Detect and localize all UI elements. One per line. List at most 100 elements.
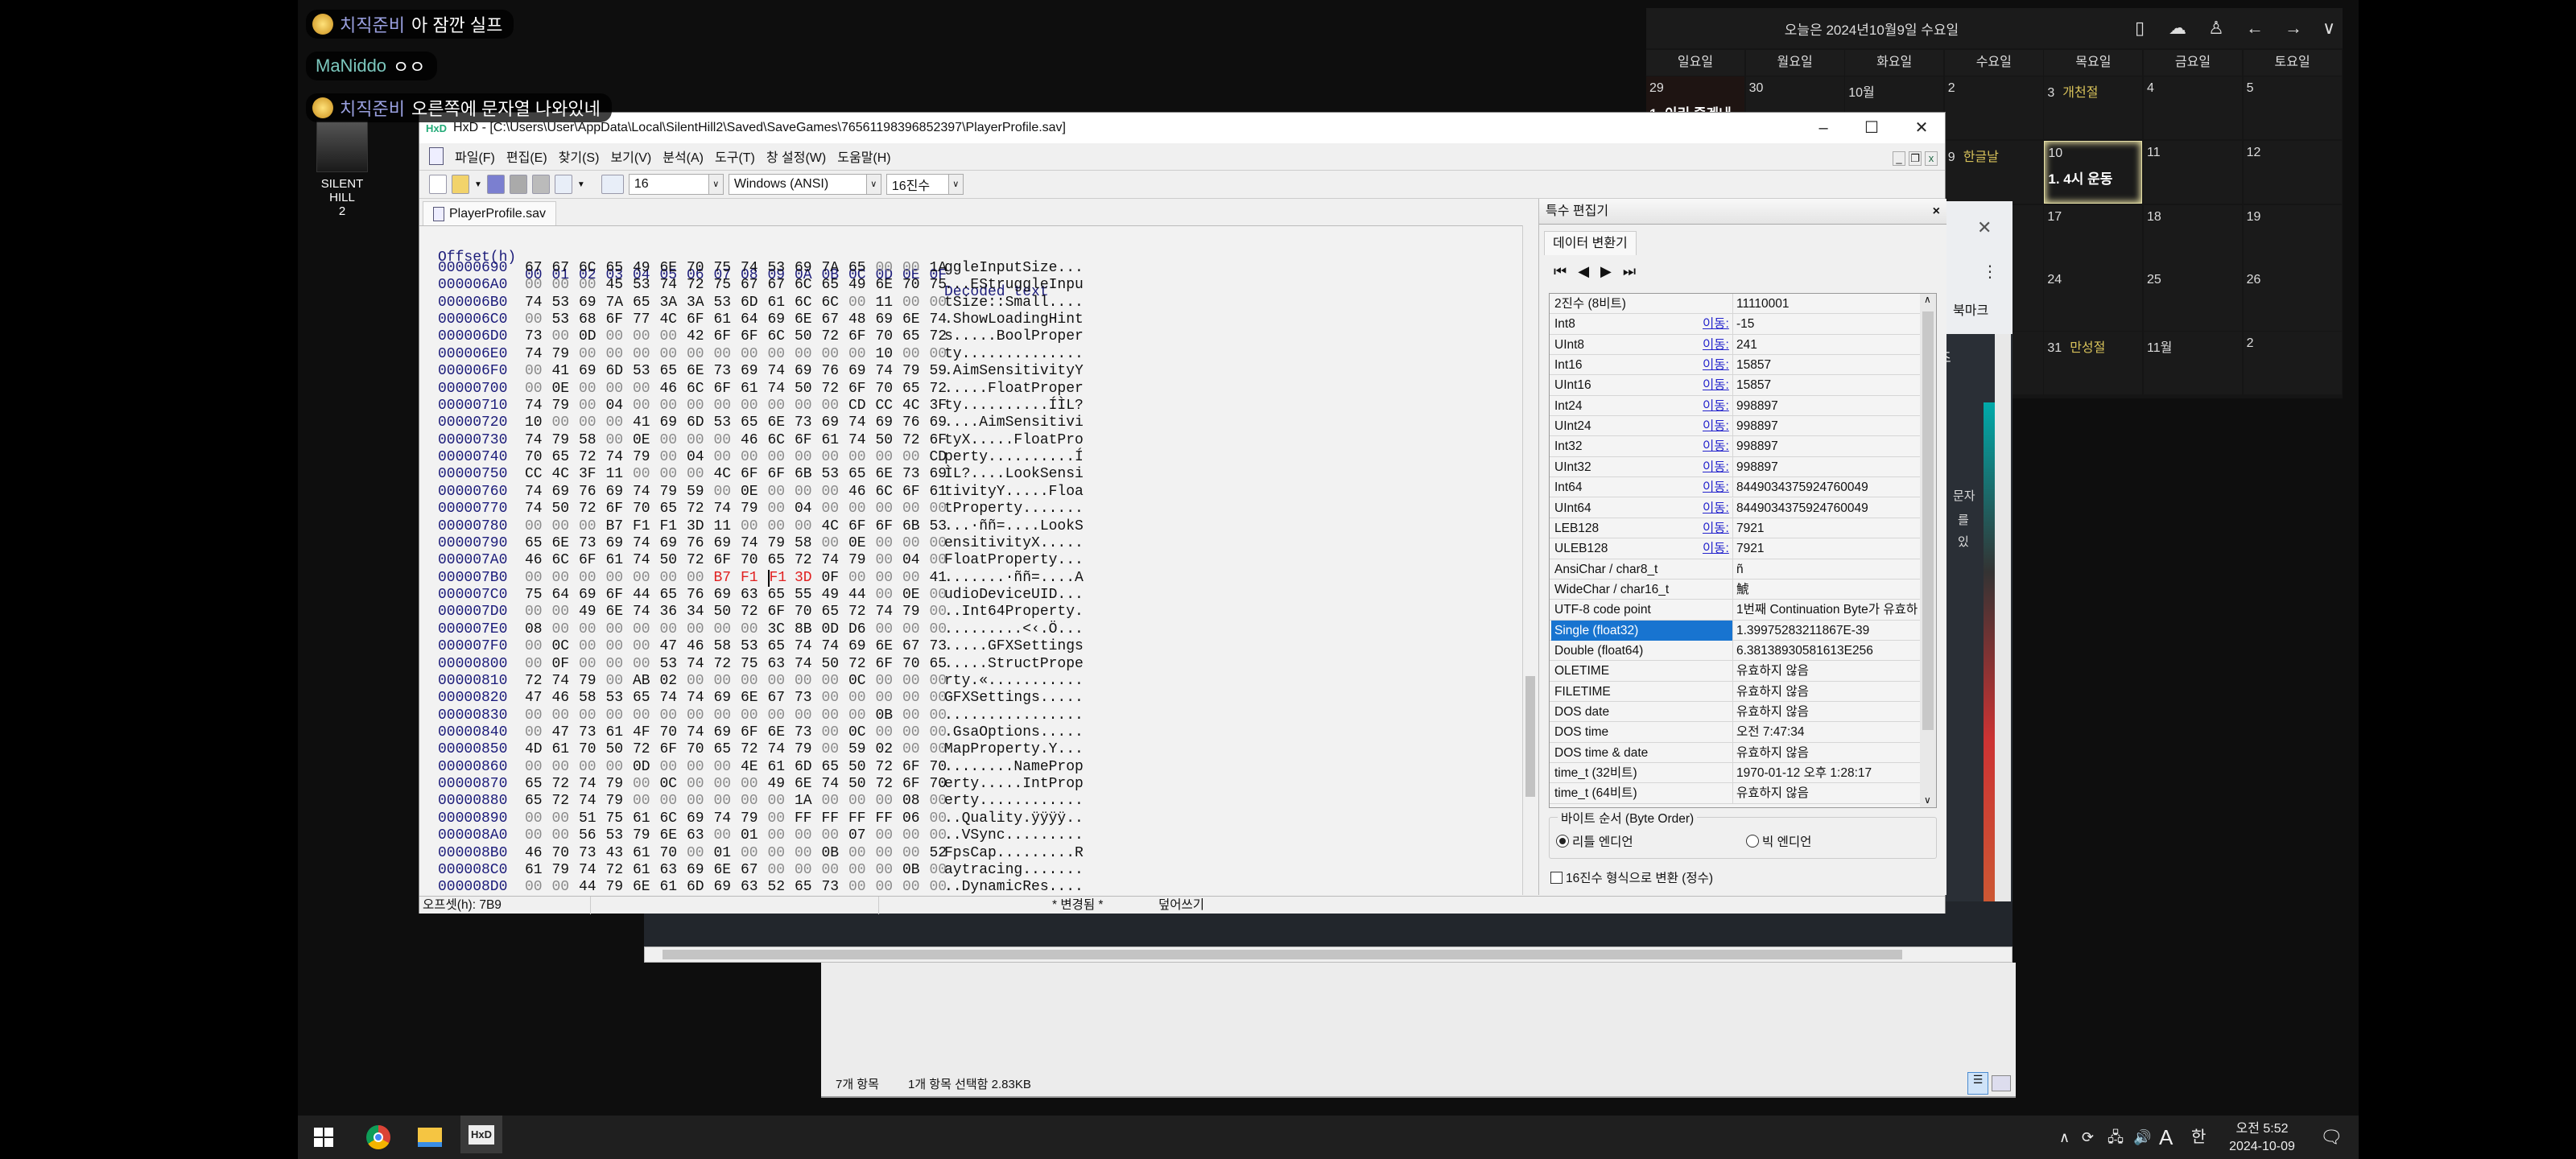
hex-byte[interactable]: 76 — [902, 415, 930, 431]
hex-byte[interactable]: 75 — [525, 587, 552, 604]
previous-icon[interactable]: ◀ — [1578, 263, 1589, 280]
hex-byte[interactable]: 00 — [579, 415, 606, 431]
row-bytes[interactable]: 00 47 73 61 4F 70 74 69 6F 6E 73 00 0C 00 00 00 — [525, 724, 956, 741]
goto-link[interactable]: 이동: — [1703, 416, 1729, 436]
menu-file[interactable]: 파일(F) — [455, 146, 495, 166]
hex-byte[interactable]: 79 — [660, 484, 687, 501]
hex-byte[interactable]: 6F — [768, 604, 795, 621]
hex-byte[interactable]: 72 — [552, 793, 580, 810]
hex-byte[interactable]: 00 — [552, 759, 580, 776]
inspector-value[interactable]: 8449034375924760049 — [1736, 498, 1918, 518]
hex-byte[interactable]: 00 — [525, 707, 552, 724]
row-bytes[interactable]: 72 74 79 00 AB 02 00 00 00 00 00 00 0C 00 00 00 — [525, 673, 956, 690]
hex-byte[interactable]: 59 — [687, 484, 714, 501]
hex-byte[interactable]: 67 — [552, 260, 580, 277]
hex-byte[interactable]: 6E — [902, 311, 930, 328]
hex-byte[interactable]: 00 — [848, 501, 876, 518]
hex-byte[interactable]: 00 — [822, 673, 849, 690]
hex-byte[interactable]: 0B — [902, 862, 930, 879]
hex-byte[interactable]: 74 — [714, 501, 741, 518]
hex-byte[interactable]: 00 — [525, 827, 552, 844]
hex-byte[interactable]: 00 — [876, 827, 903, 844]
inspector-row[interactable]: Int16 이동: 15857 — [1550, 355, 1920, 376]
close-icon[interactable]: ✕ — [1977, 217, 1992, 238]
hex-byte[interactable]: 00 — [876, 724, 903, 741]
hex-byte[interactable]: 00 — [633, 398, 660, 415]
row-decoded-text[interactable]: ..Int64Property. — [944, 604, 1084, 621]
hex-byte[interactable]: 6C — [876, 484, 903, 501]
hex-byte[interactable]: 00 — [633, 621, 660, 638]
hex-byte[interactable]: 70 — [795, 604, 822, 621]
hex-byte[interactable]: 00 — [525, 363, 552, 380]
hex-byte[interactable]: 0C — [552, 638, 580, 655]
calendar-day[interactable]: 10 1. 4시 운동 — [2044, 141, 2143, 204]
browser-scrollbar[interactable] — [1995, 334, 2011, 966]
tools-icon[interactable] — [554, 175, 572, 194]
hex-byte[interactable]: 00 — [579, 518, 606, 535]
hex-byte[interactable]: D6 — [848, 621, 876, 638]
hex-byte[interactable]: FF — [876, 810, 903, 827]
hex-byte[interactable]: 53 — [552, 295, 580, 311]
row-bytes[interactable]: 00 00 51 75 61 6C 69 74 79 00 FF FF FF FF 06 00 — [525, 810, 956, 827]
hex-byte[interactable]: 77 — [633, 311, 660, 328]
hex-byte[interactable]: 00 — [714, 432, 741, 449]
goto-link[interactable]: 이동: — [1703, 498, 1729, 518]
hex-byte[interactable]: 00 — [876, 690, 903, 707]
row-decoded-text[interactable]: perty..........Í — [944, 449, 1084, 466]
hex-byte[interactable]: 00 — [795, 398, 822, 415]
row-bytes[interactable]: 4D 61 70 50 72 6F 70 65 72 74 79 00 59 02 00 00 — [525, 741, 956, 758]
hex-byte[interactable]: 55 — [795, 587, 822, 604]
inspector-row[interactable]: UInt32 이동: 998897 — [1550, 456, 1920, 478]
inspector-value[interactable]: 15857 — [1736, 375, 1918, 395]
hex-byte[interactable]: 46 — [848, 484, 876, 501]
row-decoded-text[interactable]: udioDeviceUID... — [944, 587, 1084, 604]
hex-byte[interactable]: 00 — [902, 690, 930, 707]
hex-byte[interactable]: 50 — [848, 776, 876, 793]
radio-selected[interactable] — [1556, 835, 1569, 848]
hex-byte[interactable]: 00 — [795, 673, 822, 690]
row-bytes[interactable]: 74 69 76 69 74 79 59 00 0E 00 00 00 46 6C 6F 61 — [525, 484, 956, 501]
phone-icon[interactable]: ▯ — [2128, 16, 2152, 40]
hex-byte[interactable]: CC — [525, 466, 552, 483]
hex-byte[interactable]: 73 — [525, 328, 552, 345]
hex-byte[interactable]: 00 — [876, 862, 903, 879]
volume-icon[interactable]: 🔊 — [2133, 1116, 2151, 1159]
hex-byte[interactable]: 79 — [606, 793, 634, 810]
hex-byte[interactable]: 00 — [902, 673, 930, 690]
hex-byte[interactable]: 72 — [795, 552, 822, 569]
hex-byte[interactable]: 6F — [714, 552, 741, 569]
hex-byte[interactable]: 79 — [848, 552, 876, 569]
hex-byte[interactable]: 00 — [822, 707, 849, 724]
hex-byte[interactable]: 00 — [579, 656, 606, 673]
hex-byte[interactable]: 74 — [741, 535, 768, 552]
hex-byte[interactable]: 6E — [660, 260, 687, 277]
calendar-day[interactable]: 18 — [2144, 205, 2242, 268]
hex-byte[interactable]: 00 — [633, 466, 660, 483]
hex-byte[interactable]: 6F — [741, 466, 768, 483]
inspector-value[interactable]: 유효하지 않음 — [1736, 682, 1918, 702]
hex-byte[interactable]: 00 — [525, 277, 552, 294]
goto-link[interactable]: 이동: — [1703, 538, 1729, 559]
hex-byte[interactable]: 00 — [687, 793, 714, 810]
row-bytes[interactable]: 00 00 44 79 6E 61 6D 69 63 52 65 73 00 00 00 00 — [525, 879, 956, 895]
hex-byte[interactable]: 6E — [795, 776, 822, 793]
hex-byte[interactable]: 00 — [848, 346, 876, 363]
inspector-row[interactable]: Int8 이동: -15 — [1550, 314, 1920, 335]
hex-byte[interactable]: 53 — [606, 690, 634, 707]
start-icon[interactable] — [303, 1121, 345, 1153]
bytes-per-row-select[interactable]: 16 ∨ — [628, 174, 724, 195]
inspector-value[interactable]: 7921 — [1736, 538, 1918, 559]
hex-byte[interactable]: 79 — [741, 501, 768, 518]
hex-byte[interactable]: 00 — [741, 845, 768, 862]
inspector-value[interactable]: 998897 — [1736, 457, 1918, 477]
hex-byte[interactable]: 0D — [633, 759, 660, 776]
hex-byte[interactable]: 63 — [768, 656, 795, 673]
hex-byte[interactable]: 73 — [579, 535, 606, 552]
hex-byte[interactable]: 61 — [822, 432, 849, 449]
hex-byte[interactable]: 02 — [660, 673, 687, 690]
hex-byte[interactable]: 00 — [660, 570, 687, 587]
hex-byte[interactable]: 72 — [714, 656, 741, 673]
hex-byte[interactable]: 00 — [687, 621, 714, 638]
hex-byte[interactable]: 00 — [606, 328, 634, 345]
hex-byte[interactable]: 00 — [902, 346, 930, 363]
